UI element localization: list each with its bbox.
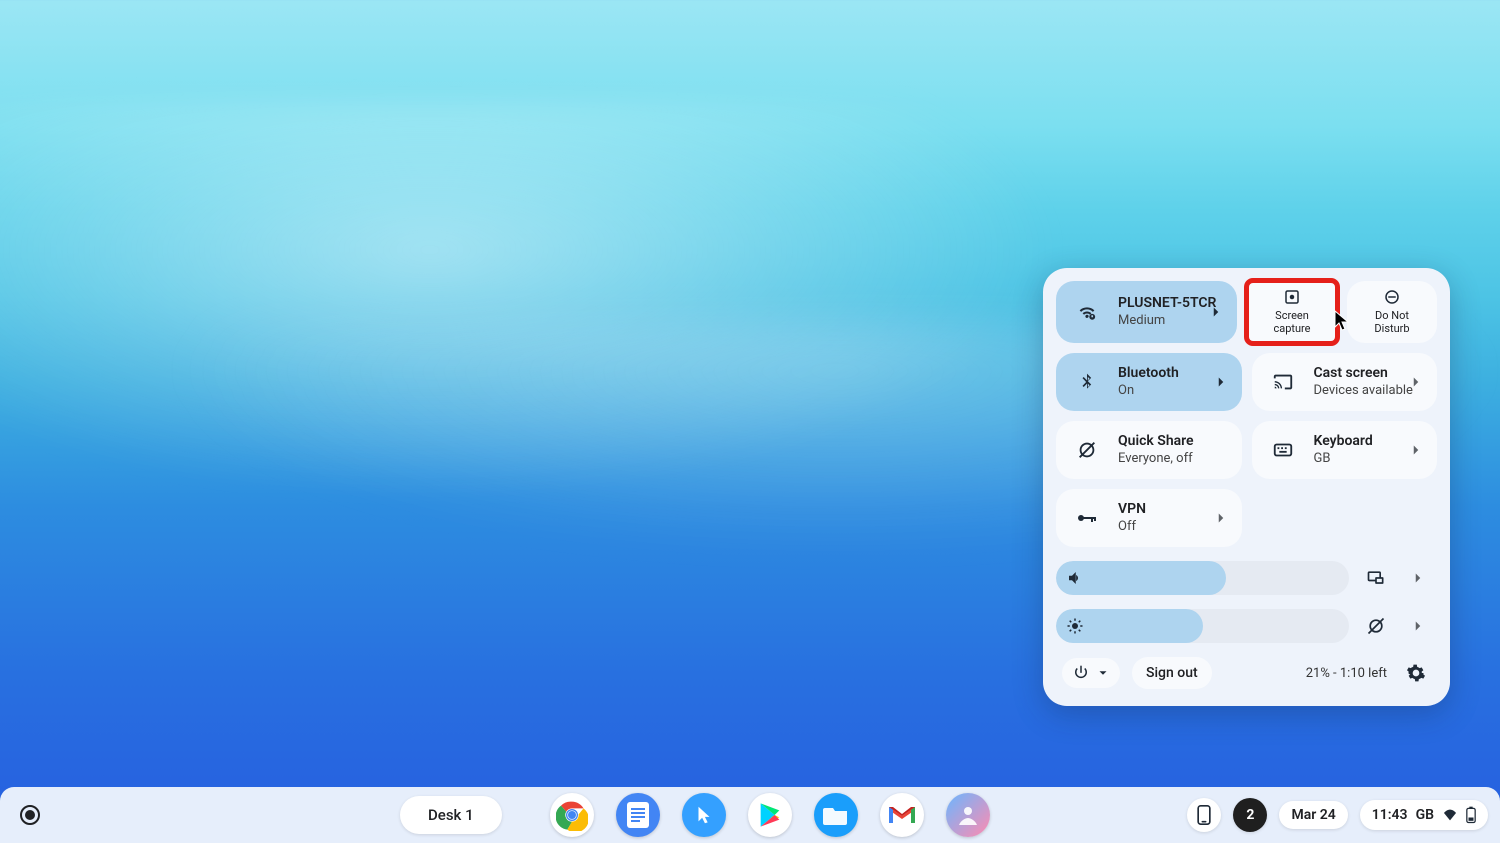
dnd-icon bbox=[1383, 288, 1401, 306]
vpn-status: Off bbox=[1118, 519, 1146, 535]
brightness-icon bbox=[1066, 617, 1084, 635]
keyboard-status: GB bbox=[1314, 451, 1373, 467]
keyboard-icon bbox=[1266, 433, 1300, 467]
wifi-ssid: PLUSNET-5TCR bbox=[1118, 295, 1216, 313]
dnd-label-1: Do Not bbox=[1375, 309, 1409, 322]
screen-capture-label-1: Screen bbox=[1275, 309, 1309, 322]
user-avatar-icon[interactable] bbox=[946, 793, 990, 837]
launcher-button[interactable] bbox=[20, 805, 40, 825]
sign-out-button[interactable]: Sign out bbox=[1132, 657, 1212, 689]
phone-hub-icon[interactable] bbox=[1187, 798, 1221, 832]
quick-share-title: Quick Share bbox=[1118, 433, 1194, 451]
chevron-right-icon[interactable] bbox=[1212, 373, 1230, 391]
shelf: Desk 1 2 Mar 24 11:43 GB bbox=[0, 787, 1500, 843]
chevron-down-icon bbox=[1096, 666, 1110, 680]
screen-capture-icon bbox=[1283, 288, 1301, 306]
wifi-icon bbox=[1070, 295, 1104, 329]
play-store-icon[interactable] bbox=[748, 793, 792, 837]
chevron-right-icon[interactable] bbox=[1407, 441, 1425, 459]
desk-button[interactable]: Desk 1 bbox=[400, 796, 502, 834]
notification-count[interactable]: 2 bbox=[1233, 798, 1267, 832]
cast-title: Cast screen bbox=[1314, 365, 1413, 383]
battery-icon bbox=[1466, 806, 1476, 824]
keyboard-tile[interactable]: Keyboard GB bbox=[1252, 421, 1438, 479]
bluetooth-icon bbox=[1070, 365, 1104, 399]
quick-share-status: Everyone, off bbox=[1118, 451, 1194, 467]
bluetooth-tile[interactable]: Bluetooth On bbox=[1056, 353, 1242, 411]
bluetooth-status: On bbox=[1118, 383, 1179, 399]
vpn-icon bbox=[1070, 501, 1104, 535]
chrome-app-icon[interactable] bbox=[550, 793, 594, 837]
tray-time: 11:43 bbox=[1372, 807, 1408, 823]
mouse-cursor bbox=[1334, 310, 1350, 332]
status-tray[interactable]: 11:43 GB bbox=[1360, 800, 1488, 830]
files-app-icon[interactable] bbox=[814, 793, 858, 837]
cursor-app-icon[interactable] bbox=[682, 793, 726, 837]
quick-settings-panel: PLUSNET-5TCR Medium Screen capture Do N bbox=[1043, 268, 1450, 706]
docs-app-icon[interactable] bbox=[616, 793, 660, 837]
battery-status: 21% - 1:10 left bbox=[1306, 666, 1387, 681]
quick-share-tile[interactable]: Quick Share Everyone, off bbox=[1056, 421, 1242, 479]
gmail-app-icon[interactable] bbox=[880, 793, 924, 837]
pinned-apps bbox=[550, 793, 990, 837]
chevron-right-icon[interactable] bbox=[1403, 611, 1433, 641]
night-light-button[interactable] bbox=[1361, 611, 1391, 641]
volume-slider[interactable] bbox=[1056, 561, 1349, 595]
wifi-status: Medium bbox=[1118, 313, 1216, 329]
volume-icon bbox=[1066, 569, 1084, 587]
screen-capture-tile[interactable]: Screen capture bbox=[1247, 281, 1337, 343]
keyboard-title: Keyboard bbox=[1314, 433, 1373, 451]
tray-keyboard-lang: GB bbox=[1416, 807, 1434, 823]
chevron-right-icon[interactable] bbox=[1403, 563, 1433, 593]
date-chip[interactable]: Mar 24 bbox=[1279, 801, 1347, 829]
chevron-right-icon[interactable] bbox=[1207, 303, 1225, 321]
quick-share-icon bbox=[1070, 433, 1104, 467]
dnd-label-2: Disturb bbox=[1374, 322, 1409, 335]
vpn-title: VPN bbox=[1118, 501, 1146, 519]
vpn-tile[interactable]: VPN Off bbox=[1056, 489, 1242, 547]
brightness-slider[interactable] bbox=[1056, 609, 1349, 643]
bluetooth-title: Bluetooth bbox=[1118, 365, 1179, 383]
chevron-right-icon[interactable] bbox=[1212, 509, 1230, 527]
wifi-tile[interactable]: PLUSNET-5TCR Medium bbox=[1056, 281, 1237, 343]
power-icon bbox=[1072, 664, 1090, 682]
settings-button[interactable] bbox=[1401, 658, 1431, 688]
cast-icon bbox=[1266, 365, 1300, 399]
wifi-icon bbox=[1442, 808, 1458, 822]
chevron-right-icon[interactable] bbox=[1407, 373, 1425, 391]
dnd-tile[interactable]: Do Not Disturb bbox=[1347, 281, 1437, 343]
cast-tile[interactable]: Cast screen Devices available bbox=[1252, 353, 1438, 411]
audio-output-button[interactable] bbox=[1361, 563, 1391, 593]
screen-capture-label-2: capture bbox=[1273, 322, 1310, 335]
cast-status: Devices available bbox=[1314, 383, 1413, 399]
power-button[interactable] bbox=[1062, 658, 1120, 688]
